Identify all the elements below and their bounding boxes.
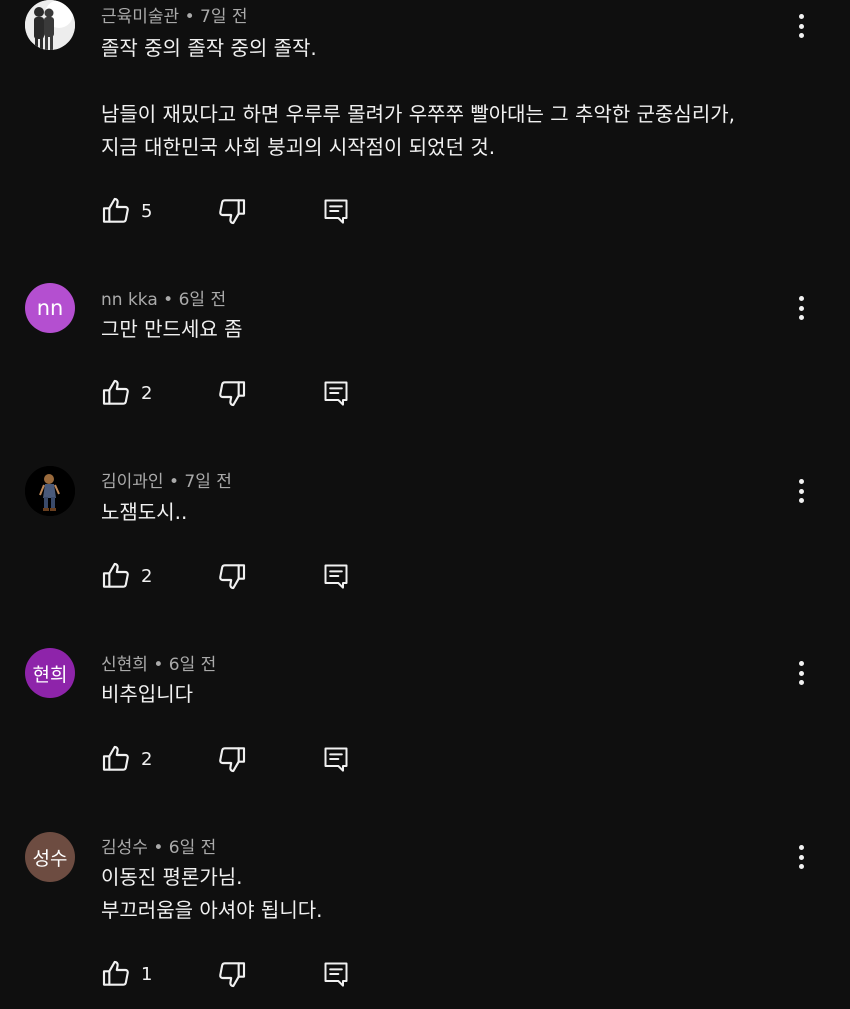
like-button[interactable]: 2 xyxy=(100,560,152,592)
avatar[interactable]: nn xyxy=(25,283,75,333)
separator-dot: • xyxy=(184,7,195,27)
dot xyxy=(798,488,804,494)
comment-meta: 신현희 • 6일 전 xyxy=(101,650,216,675)
more-options-button[interactable] xyxy=(789,476,813,506)
more-options-button[interactable] xyxy=(789,658,813,688)
author-name[interactable]: 근육미술관 xyxy=(101,7,179,27)
dot xyxy=(798,33,804,38)
reply-button[interactable] xyxy=(322,958,350,990)
thumb-up-icon xyxy=(102,745,129,771)
reply-button[interactable] xyxy=(322,195,350,227)
dislike-button[interactable] xyxy=(216,195,248,227)
thumb-down-icon xyxy=(219,381,246,407)
like-button[interactable]: 5 xyxy=(100,195,152,227)
avatar[interactable] xyxy=(25,466,75,516)
more-options-button[interactable] xyxy=(789,293,813,323)
author-name[interactable]: 김이과인 xyxy=(101,472,164,492)
avatar-initials: 성수 xyxy=(32,847,68,870)
dislike-button[interactable] xyxy=(216,958,248,990)
author-name[interactable]: 김성수 xyxy=(101,838,148,858)
thumb-up-icon xyxy=(102,197,129,223)
reply-comment-icon xyxy=(324,381,348,406)
reply-comment-icon xyxy=(324,199,348,224)
like-button[interactable]: 1 xyxy=(100,958,152,990)
reply-button[interactable] xyxy=(322,377,350,409)
thumb-down-icon xyxy=(219,747,246,773)
thumb-up-icon xyxy=(102,960,129,986)
avatar-character-icon xyxy=(25,466,75,516)
comment-text: 졸작 중의 졸작 중의 졸작. 남들이 재밌다고 하면 우루루 몰려가 우쭈쭈 … xyxy=(101,36,735,159)
comment-meta: 근육미술관 • 7일 전 xyxy=(101,2,248,27)
dot xyxy=(798,680,804,685)
dot xyxy=(798,864,804,869)
like-count: 5 xyxy=(141,200,153,222)
comment-time[interactable]: 6일 전 xyxy=(169,838,217,858)
dot xyxy=(798,854,804,860)
reply-comment-icon xyxy=(324,962,348,987)
like-button[interactable]: 2 xyxy=(100,743,152,775)
comment-time[interactable]: 7일 전 xyxy=(184,472,232,492)
author-name[interactable]: nn kka xyxy=(101,290,158,310)
reply-comment-icon xyxy=(324,564,348,589)
separator-dot: • xyxy=(153,838,164,858)
more-vert-icon xyxy=(798,296,804,301)
dot xyxy=(798,498,804,503)
like-count: 2 xyxy=(141,565,153,587)
thumb-down-icon xyxy=(219,199,246,225)
like-count: 2 xyxy=(141,382,153,404)
dot xyxy=(798,23,804,29)
separator-dot: • xyxy=(163,290,174,310)
more-options-button[interactable] xyxy=(789,11,813,41)
thumb-up-icon xyxy=(102,562,129,588)
comment-time[interactable]: 6일 전 xyxy=(179,290,227,310)
more-vert-icon xyxy=(798,661,804,666)
separator-dot: • xyxy=(153,655,164,675)
thumb-down-icon xyxy=(219,962,246,988)
comment-text: 노잼도시.. xyxy=(101,500,188,524)
avatar[interactable]: 현희 xyxy=(25,648,75,698)
reply-button[interactable] xyxy=(322,743,350,775)
avatar[interactable]: 성수 xyxy=(25,832,75,882)
like-count: 1 xyxy=(141,963,153,985)
author-name[interactable]: 신현희 xyxy=(101,655,148,675)
comment-meta: 김성수 • 6일 전 xyxy=(101,833,216,858)
thumb-down-icon xyxy=(219,564,246,590)
avatar-initials: nn xyxy=(36,296,64,320)
dislike-button[interactable] xyxy=(216,377,248,409)
comment-meta: 김이과인 • 7일 전 xyxy=(101,467,232,492)
dot xyxy=(798,305,804,311)
dot xyxy=(798,315,804,320)
more-vert-icon xyxy=(798,14,804,19)
comment-meta: nn kka • 6일 전 xyxy=(101,285,226,310)
comment-text: 비추입니다 xyxy=(101,682,193,706)
like-count: 2 xyxy=(141,748,153,770)
more-vert-icon xyxy=(798,479,804,484)
avatar[interactable] xyxy=(25,0,75,50)
comment-text: 이동진 평론가님. 부끄러움을 아셔야 됩니다. xyxy=(101,865,323,922)
comment-time[interactable]: 7일 전 xyxy=(200,7,248,27)
more-options-button[interactable] xyxy=(789,842,813,872)
dislike-button[interactable] xyxy=(216,743,248,775)
dot xyxy=(798,670,804,676)
reply-comment-icon xyxy=(324,747,348,772)
more-vert-icon xyxy=(798,845,804,850)
comment-text: 그만 만드세요 좀 xyxy=(101,317,243,341)
thumb-up-icon xyxy=(102,379,129,405)
separator-dot: • xyxy=(168,472,179,492)
avatar-initials: 현희 xyxy=(32,663,68,686)
comment-time[interactable]: 6일 전 xyxy=(169,655,217,675)
reply-button[interactable] xyxy=(322,560,350,592)
avatar-photo-icon xyxy=(25,0,75,50)
like-button[interactable]: 2 xyxy=(100,377,152,409)
dislike-button[interactable] xyxy=(216,560,248,592)
